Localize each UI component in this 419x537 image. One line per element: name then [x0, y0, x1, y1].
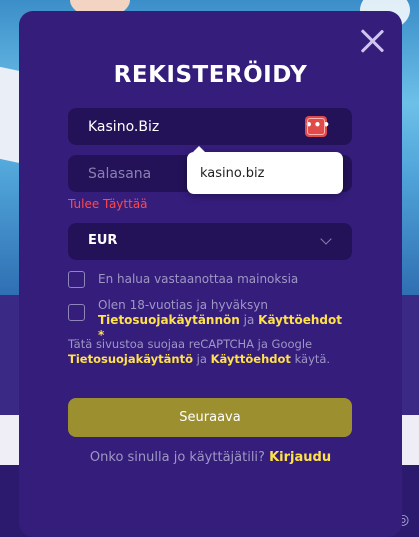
login-prompt-row: Onko sinulla jo käyttäjätili? Kirjaudu [19, 450, 402, 465]
recaptcha-text: Tätä sivustoa suojaa reCAPTCHA ja Google [68, 337, 313, 351]
close-icon[interactable] [359, 28, 385, 54]
recaptcha-text-after: käytä. [294, 352, 331, 366]
terms-link[interactable]: Käyttöehdot [258, 313, 342, 327]
ads-checkbox-label: En halua vastaanottaa mainoksia [98, 272, 299, 286]
login-link[interactable]: Kirjaudu [269, 450, 331, 465]
recaptcha-conjunction: ja [196, 352, 207, 366]
username-field[interactable]: ••• [68, 108, 352, 145]
next-button[interactable]: Seuraava [68, 398, 352, 437]
modal-title: REKISTERÖIDY [113, 62, 308, 88]
autocomplete-suggestion[interactable]: kasino.biz [187, 146, 343, 194]
privacy-policy-link[interactable]: Tietosuojakäytännön [98, 313, 240, 327]
login-prompt: Onko sinulla jo käyttäjätili? [89, 450, 265, 465]
currency-value: EUR [88, 233, 118, 248]
recaptcha-privacy-link[interactable]: Tietosuojakäytäntö [68, 352, 193, 366]
password-manager-icon[interactable]: ••• [305, 116, 330, 137]
currency-select[interactable]: EUR [68, 223, 352, 260]
terms-text: Olen 18-vuotias ja hyväksyn [98, 298, 268, 312]
terms-checkbox[interactable] [68, 304, 85, 321]
suggestion-text[interactable]: kasino.biz [200, 166, 264, 181]
recaptcha-terms-link[interactable]: Käyttöehdot [211, 352, 291, 366]
chevron-down-icon [320, 233, 332, 245]
password-error: Tulee Täyttää [68, 197, 148, 211]
ads-checkbox[interactable] [68, 271, 85, 288]
recaptcha-notice: Tätä sivustoa suojaa reCAPTCHA ja Google… [68, 337, 348, 367]
terms-conjunction: ja [243, 313, 255, 327]
